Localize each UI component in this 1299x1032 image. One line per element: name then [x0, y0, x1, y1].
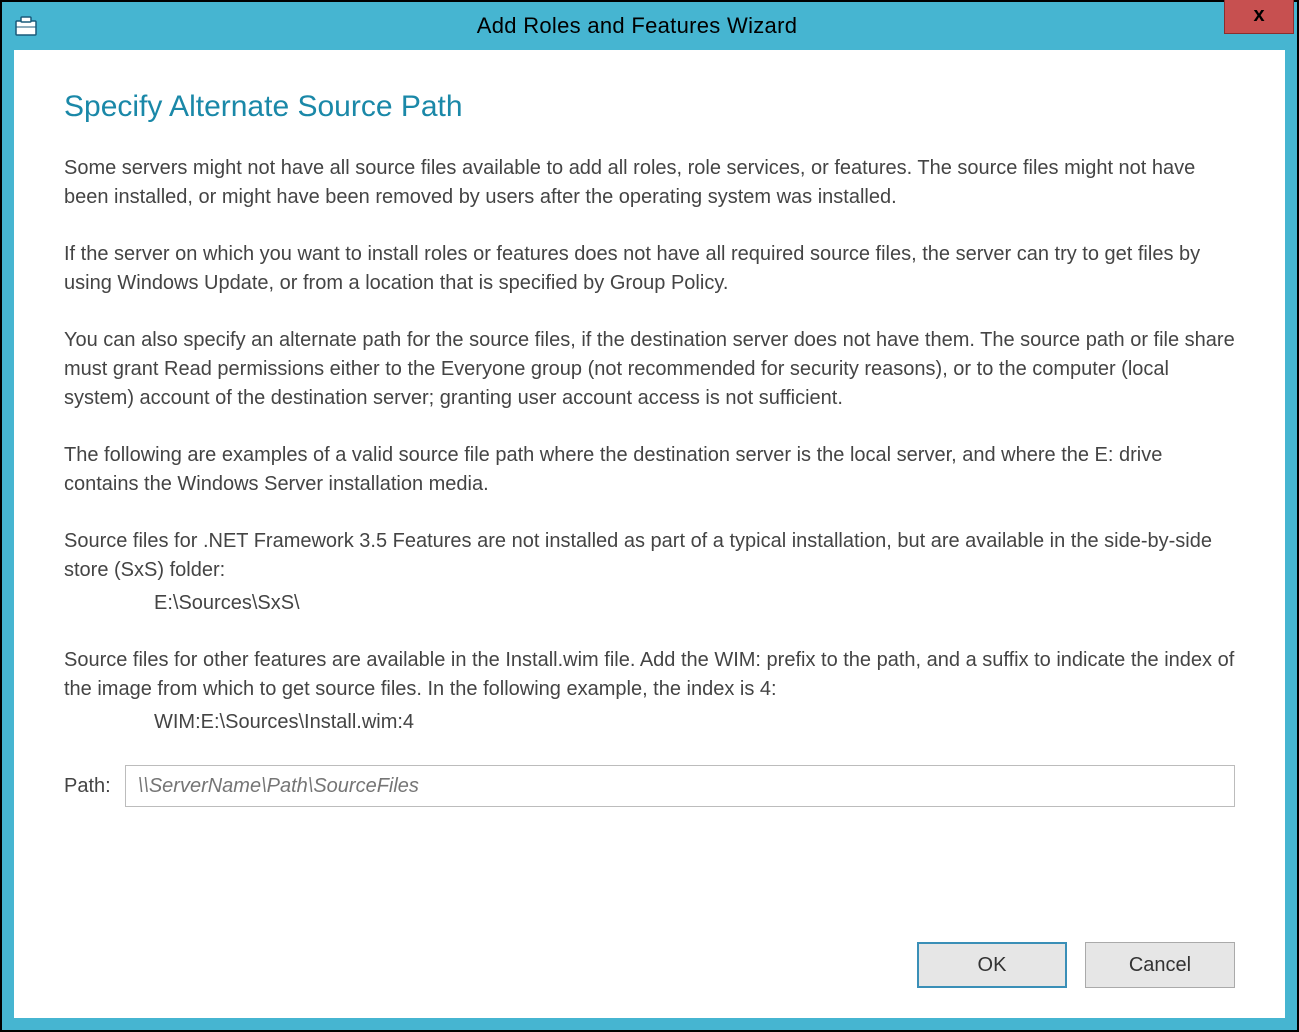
titlebar[interactable]: Add Roles and Features Wizard x: [2, 2, 1297, 50]
dialog-footer: OK Cancel: [64, 942, 1235, 988]
example-path-2: WIM:E:\Sources\Install.wim:4: [64, 708, 1235, 737]
paragraph-1: Some servers might not have all source f…: [64, 154, 1235, 212]
paragraph-5: Source files for .NET Framework 3.5 Feat…: [64, 527, 1235, 585]
example-path-1: E:\Sources\SxS\: [64, 589, 1235, 618]
window-title: Add Roles and Features Wizard: [50, 13, 1224, 39]
dialog-body: Some servers might not have all source f…: [64, 154, 1235, 904]
close-button[interactable]: x: [1224, 0, 1294, 34]
dialog-content: Specify Alternate Source Path Some serve…: [2, 50, 1297, 1030]
dialog-heading: Specify Alternate Source Path: [64, 90, 1235, 124]
close-icon: x: [1253, 4, 1264, 27]
path-input[interactable]: [125, 765, 1235, 807]
ok-button[interactable]: OK: [917, 942, 1067, 988]
wizard-icon: [2, 2, 50, 50]
path-row: Path:: [64, 765, 1235, 807]
cancel-button[interactable]: Cancel: [1085, 942, 1235, 988]
paragraph-2: If the server on which you want to insta…: [64, 240, 1235, 298]
paragraph-6: Source files for other features are avai…: [64, 646, 1235, 704]
paragraph-4: The following are examples of a valid so…: [64, 441, 1235, 499]
path-label: Path:: [64, 772, 111, 801]
paragraph-3: You can also specify an alternate path f…: [64, 326, 1235, 413]
wizard-dialog: Add Roles and Features Wizard x Specify …: [0, 0, 1299, 1032]
